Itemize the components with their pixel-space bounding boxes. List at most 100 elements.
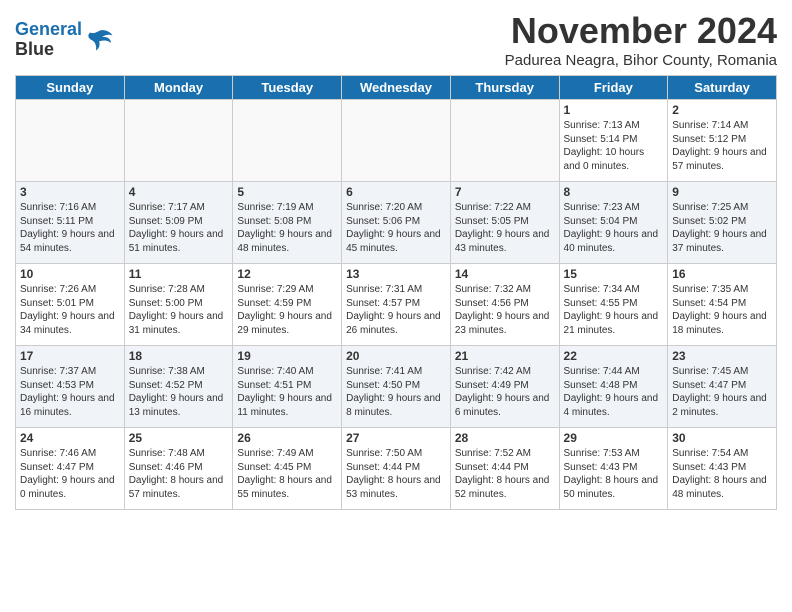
week-row-5: 24Sunrise: 7:46 AM Sunset: 4:47 PM Dayli…: [16, 428, 777, 510]
calendar-cell-w5-d6: 30 Sunrise: 7:54 AM Sunset: 4:43 PM Dayli…: [668, 428, 777, 510]
day-info: Sunrise: 7:17 AM Sunset: 5:09 PM Dayligh…: [129, 201, 229, 255]
day-number: 21: [455, 349, 555, 363]
day-number: 3: [20, 185, 120, 199]
calendar-cell-w5-d0: 24Sunrise: 7:46 AM Sunset: 4:47 PM Dayli…: [16, 428, 125, 510]
calendar-cell-w4-d4: 21 Sunrise: 7:42 AM Sunset: 4:49 PM Dayli…: [450, 346, 559, 428]
calendar-cell-w2-d4: 7 Sunrise: 7:22 AM Sunset: 5:05 PM Daylig…: [450, 182, 559, 264]
calendar-cell-w4-d5: 22 Sunrise: 7:44 AM Sunset: 4:48 PM Dayli…: [559, 346, 668, 428]
page-container: General Blue November 2024 Padurea Neagr…: [0, 0, 792, 515]
day-number: 20: [346, 349, 446, 363]
calendar-cell-w3-d6: 16Sunrise: 7:35 AM Sunset: 4:54 PM Dayli…: [668, 264, 777, 346]
day-info: Sunrise: 7:45 AM Sunset: 4:47 PM Dayligh…: [672, 365, 772, 419]
day-number: 5: [237, 185, 337, 199]
header: General Blue November 2024 Padurea Neagr…: [15, 10, 777, 69]
calendar-cell-w1-d0: [16, 100, 125, 182]
calendar-cell-w1-d2: [233, 100, 342, 182]
day-info: Sunrise: 7:50 AM Sunset: 4:44 PM Dayligh…: [346, 447, 446, 501]
logo-bird-icon: [84, 25, 114, 55]
calendar-cell-w2-d6: 9 Sunrise: 7:25 AM Sunset: 5:02 PM Daylig…: [668, 182, 777, 264]
calendar-cell-w5-d5: 29 Sunrise: 7:53 AM Sunset: 4:43 PM Dayli…: [559, 428, 668, 510]
day-number: 27: [346, 431, 446, 445]
day-info: Sunrise: 7:41 AM Sunset: 4:50 PM Dayligh…: [346, 365, 446, 419]
calendar-cell-w5-d4: 28Sunrise: 7:52 AM Sunset: 4:44 PM Dayli…: [450, 428, 559, 510]
calendar-cell-w3-d2: 12 Sunrise: 7:29 AM Sunset: 4:59 PM Dayli…: [233, 264, 342, 346]
day-info: Sunrise: 7:44 AM Sunset: 4:48 PM Dayligh…: [564, 365, 664, 419]
day-number: 25: [129, 431, 229, 445]
weekday-header-row: Sunday Monday Tuesday Wednesday Thursday…: [16, 76, 777, 100]
day-info: Sunrise: 7:42 AM Sunset: 4:49 PM Dayligh…: [455, 365, 555, 419]
calendar-cell-w1-d4: [450, 100, 559, 182]
calendar-cell-w2-d0: 3 Sunrise: 7:16 AM Sunset: 5:11 PM Daylig…: [16, 182, 125, 264]
calendar-cell-w2-d2: 5Sunrise: 7:19 AM Sunset: 5:08 PM Daylig…: [233, 182, 342, 264]
weekday-thursday: Thursday: [450, 76, 559, 100]
calendar-cell-w2-d1: 4 Sunrise: 7:17 AM Sunset: 5:09 PM Daylig…: [124, 182, 233, 264]
day-number: 12: [237, 267, 337, 281]
calendar-table: Sunday Monday Tuesday Wednesday Thursday…: [15, 75, 777, 510]
day-number: 18: [129, 349, 229, 363]
day-number: 2: [672, 103, 772, 117]
weekday-tuesday: Tuesday: [233, 76, 342, 100]
day-info: Sunrise: 7:31 AM Sunset: 4:57 PM Dayligh…: [346, 283, 446, 337]
day-info: Sunrise: 7:34 AM Sunset: 4:55 PM Dayligh…: [564, 283, 664, 337]
day-info: Sunrise: 7:29 AM Sunset: 4:59 PM Dayligh…: [237, 283, 337, 337]
day-info: Sunrise: 7:53 AM Sunset: 4:43 PM Dayligh…: [564, 447, 664, 501]
day-number: 11: [129, 267, 229, 281]
weekday-monday: Monday: [124, 76, 233, 100]
calendar-cell-w3-d1: 11 Sunrise: 7:28 AM Sunset: 5:00 PM Dayli…: [124, 264, 233, 346]
calendar-cell-w4-d6: 23Sunrise: 7:45 AM Sunset: 4:47 PM Dayli…: [668, 346, 777, 428]
day-info: Sunrise: 7:54 AM Sunset: 4:43 PM Dayligh…: [672, 447, 772, 501]
day-number: 15: [564, 267, 664, 281]
calendar-cell-w4-d2: 19Sunrise: 7:40 AM Sunset: 4:51 PM Dayli…: [233, 346, 342, 428]
day-info: Sunrise: 7:32 AM Sunset: 4:56 PM Dayligh…: [455, 283, 555, 337]
weekday-friday: Friday: [559, 76, 668, 100]
calendar-cell-w1-d5: 1Sunrise: 7:13 AM Sunset: 5:14 PM Daylig…: [559, 100, 668, 182]
day-number: 13: [346, 267, 446, 281]
day-info: Sunrise: 7:35 AM Sunset: 4:54 PM Dayligh…: [672, 283, 772, 337]
day-number: 10: [20, 267, 120, 281]
weekday-wednesday: Wednesday: [342, 76, 451, 100]
week-row-3: 10Sunrise: 7:26 AM Sunset: 5:01 PM Dayli…: [16, 264, 777, 346]
calendar-cell-w3-d5: 15 Sunrise: 7:34 AM Sunset: 4:55 PM Dayli…: [559, 264, 668, 346]
day-info: Sunrise: 7:25 AM Sunset: 5:02 PM Dayligh…: [672, 201, 772, 255]
logo: General Blue: [15, 20, 114, 60]
logo-line2: Blue: [15, 39, 54, 59]
calendar-cell-w1-d3: [342, 100, 451, 182]
day-number: 29: [564, 431, 664, 445]
day-info: Sunrise: 7:28 AM Sunset: 5:00 PM Dayligh…: [129, 283, 229, 337]
day-info: Sunrise: 7:48 AM Sunset: 4:46 PM Dayligh…: [129, 447, 229, 501]
day-info: Sunrise: 7:49 AM Sunset: 4:45 PM Dayligh…: [237, 447, 337, 501]
week-row-2: 3 Sunrise: 7:16 AM Sunset: 5:11 PM Daylig…: [16, 182, 777, 264]
calendar-cell-w5-d3: 27 Sunrise: 7:50 AM Sunset: 4:44 PM Dayli…: [342, 428, 451, 510]
day-number: 24: [20, 431, 120, 445]
calendar-cell-w5-d2: 26Sunrise: 7:49 AM Sunset: 4:45 PM Dayli…: [233, 428, 342, 510]
weekday-sunday: Sunday: [16, 76, 125, 100]
calendar-cell-w2-d3: 6 Sunrise: 7:20 AM Sunset: 5:06 PM Daylig…: [342, 182, 451, 264]
calendar-cell-w1-d6: 2Sunrise: 7:14 AM Sunset: 5:12 PM Daylig…: [668, 100, 777, 182]
title-section: November 2024 Padurea Neagra, Bihor Coun…: [505, 10, 777, 69]
calendar-cell-w3-d4: 14 Sunrise: 7:32 AM Sunset: 4:56 PM Dayli…: [450, 264, 559, 346]
weekday-saturday: Saturday: [668, 76, 777, 100]
calendar-cell-w5-d1: 25 Sunrise: 7:48 AM Sunset: 4:46 PM Dayli…: [124, 428, 233, 510]
calendar-cell-w3-d3: 13 Sunrise: 7:31 AM Sunset: 4:57 PM Dayli…: [342, 264, 451, 346]
calendar-cell-w2-d5: 8 Sunrise: 7:23 AM Sunset: 5:04 PM Daylig…: [559, 182, 668, 264]
calendar-cell-w4-d1: 18Sunrise: 7:38 AM Sunset: 4:52 PM Dayli…: [124, 346, 233, 428]
day-number: 8: [564, 185, 664, 199]
day-info: Sunrise: 7:16 AM Sunset: 5:11 PM Dayligh…: [20, 201, 120, 255]
day-number: 19: [237, 349, 337, 363]
day-number: 14: [455, 267, 555, 281]
day-number: 17: [20, 349, 120, 363]
day-number: 9: [672, 185, 772, 199]
week-row-1: 1Sunrise: 7:13 AM Sunset: 5:14 PM Daylig…: [16, 100, 777, 182]
day-info: Sunrise: 7:23 AM Sunset: 5:04 PM Dayligh…: [564, 201, 664, 255]
day-number: 6: [346, 185, 446, 199]
day-number: 7: [455, 185, 555, 199]
calendar-cell-w4-d3: 20 Sunrise: 7:41 AM Sunset: 4:50 PM Dayli…: [342, 346, 451, 428]
day-info: Sunrise: 7:13 AM Sunset: 5:14 PM Dayligh…: [564, 119, 664, 173]
day-number: 30: [672, 431, 772, 445]
day-number: 28: [455, 431, 555, 445]
month-title: November 2024: [505, 10, 777, 52]
day-info: Sunrise: 7:22 AM Sunset: 5:05 PM Dayligh…: [455, 201, 555, 255]
day-info: Sunrise: 7:20 AM Sunset: 5:06 PM Dayligh…: [346, 201, 446, 255]
day-number: 4: [129, 185, 229, 199]
day-number: 22: [564, 349, 664, 363]
